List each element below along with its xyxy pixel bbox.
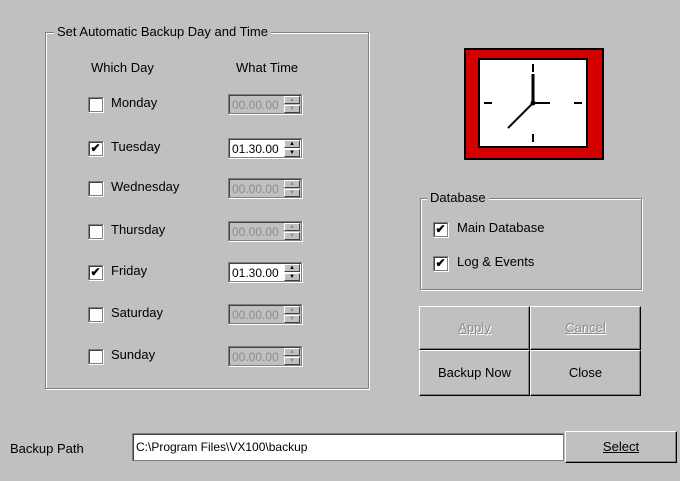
what-time-header: What Time [236,60,299,75]
time-spinner[interactable]: ▲ ▼ [284,264,300,281]
close-button[interactable]: Close [530,350,641,396]
time-spinner[interactable]: ▲ ▼ [284,348,300,365]
thursday-label: Thursday [111,222,166,237]
saturday-checkbox[interactable] [88,307,103,322]
apply-button-label: Apply [458,320,491,335]
friday-checkbox[interactable]: ✔ [88,265,103,280]
backup-now-button[interactable]: Backup Now [419,350,530,396]
day-row-tuesday: ✔ Tuesday 01.30.00 ▲ ▼ [88,138,338,158]
backup-schedule-group: Set Automatic Backup Day and Time [45,24,369,389]
wednesday-checkbox[interactable] [88,181,103,196]
clock-icon [464,48,604,160]
time-spinner[interactable]: ▲ ▼ [284,223,300,240]
wednesday-label: Wednesday [111,179,180,194]
spin-up-icon[interactable]: ▲ [284,140,300,148]
friday-time-value: 01.30.00 [232,266,279,280]
day-row-monday: Monday 00.00.00 ▲ ▼ [88,94,338,114]
spin-down-icon[interactable]: ▼ [284,273,300,281]
sunday-label: Sunday [111,347,156,362]
spin-down-icon[interactable]: ▼ [284,315,300,323]
spin-up-icon[interactable]: ▲ [284,180,300,188]
thursday-time-value: 00.00.00 [232,225,279,239]
monday-time-input[interactable]: 00.00.00 ▲ ▼ [228,94,302,114]
main-database-label: Main Database [457,220,545,235]
close-button-label: Close [568,365,603,380]
time-spinner[interactable]: ▲ ▼ [284,306,300,323]
wednesday-time-value: 00.00.00 [232,182,279,196]
backup-path-label: Backup Path [10,441,84,456]
select-button[interactable]: Select [565,431,677,463]
cancel-button[interactable]: Cancel [530,306,641,350]
friday-label: Friday [111,263,148,278]
day-row-thursday: Thursday 00.00.00 ▲ ▼ [88,221,338,241]
tuesday-time-input[interactable]: 01.30.00 ▲ ▼ [228,138,302,158]
thursday-checkbox[interactable] [88,224,103,239]
clock-face [478,58,588,148]
saturday-time-input[interactable]: 00.00.00 ▲ ▼ [228,304,302,324]
spin-up-icon[interactable]: ▲ [284,96,300,104]
day-row-sunday: Sunday 00.00.00 ▲ ▼ [88,346,338,366]
tuesday-checkbox[interactable]: ✔ [88,141,103,156]
wednesday-time-input[interactable]: 00.00.00 ▲ ▼ [228,178,302,198]
monday-label: Monday [111,95,158,110]
database-group: Database ✔ Main Database ✔ Log & Events [420,190,642,290]
sunday-time-value: 00.00.00 [232,350,279,364]
monday-time-value: 00.00.00 [232,98,279,112]
spin-down-icon[interactable]: ▼ [284,357,300,365]
backup-path-input[interactable]: C:\Program Files\VX100\backup [132,433,564,461]
log-events-label: Log & Events [457,254,535,269]
sunday-time-input[interactable]: 00.00.00 ▲ ▼ [228,346,302,366]
saturday-label: Saturday [111,305,164,320]
day-row-friday: ✔ Friday 01.30.00 ▲ ▼ [88,262,338,282]
backup-path-value: C:\Program Files\VX100\backup [136,440,308,454]
spin-down-icon[interactable]: ▼ [284,149,300,157]
time-spinner[interactable]: ▲ ▼ [284,140,300,157]
day-row-saturday: Saturday 00.00.00 ▲ ▼ [88,304,338,324]
tuesday-label: Tuesday [111,139,161,154]
backup-now-button-label: Backup Now [438,365,511,380]
time-spinner[interactable]: ▲ ▼ [284,180,300,197]
select-button-label: Select [602,439,640,454]
spin-up-icon[interactable]: ▲ [284,348,300,356]
backup-schedule-group-title: Set Automatic Backup Day and Time [54,24,271,39]
saturday-time-value: 00.00.00 [232,308,279,322]
sunday-checkbox[interactable] [88,349,103,364]
clock-hands-icon [484,64,582,142]
spin-up-icon[interactable]: ▲ [284,306,300,314]
spin-down-icon[interactable]: ▼ [284,189,300,197]
database-group-title: Database [427,190,489,205]
which-day-header: Which Day [91,60,154,75]
day-row-wednesday: Wednesday 00.00.00 ▲ ▼ [88,178,338,198]
friday-time-input[interactable]: 01.30.00 ▲ ▼ [228,262,302,282]
monday-checkbox[interactable] [88,97,103,112]
apply-button[interactable]: Apply [419,306,530,350]
spin-up-icon[interactable]: ▲ [284,223,300,231]
cancel-button-label: Cancel [565,320,606,335]
spin-down-icon[interactable]: ▼ [284,232,300,240]
log-events-checkbox[interactable]: ✔ [433,256,448,271]
spin-down-icon[interactable]: ▼ [284,105,300,113]
thursday-time-input[interactable]: 00.00.00 ▲ ▼ [228,221,302,241]
spin-up-icon[interactable]: ▲ [284,264,300,272]
time-spinner[interactable]: ▲ ▼ [284,96,300,113]
main-database-checkbox[interactable]: ✔ [433,222,448,237]
tuesday-time-value: 01.30.00 [232,142,279,156]
